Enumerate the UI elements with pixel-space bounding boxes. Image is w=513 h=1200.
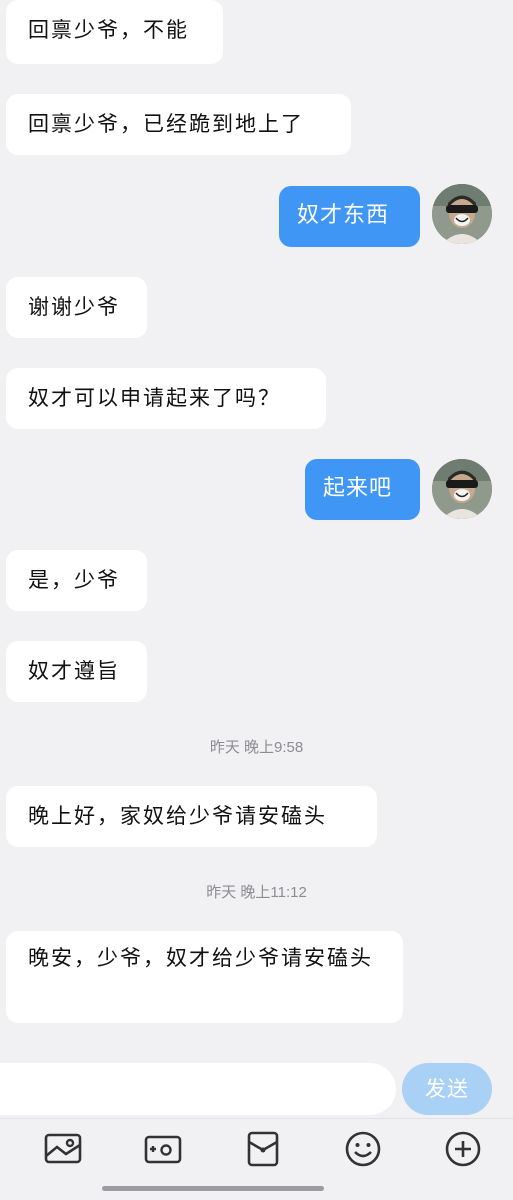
- message-bubble-incoming[interactable]: 晚上好，家奴给少爷请安磕头: [6, 786, 377, 847]
- avatar-image: [432, 184, 492, 244]
- chat-area[interactable]: 回禀少爷，不能 回禀少爷，已经跪到地上了 奴才东西 谢谢少爷 奴才可以申请起来了…: [0, 0, 513, 1052]
- message-bubble-incoming[interactable]: 奴才可以申请起来了吗？: [6, 368, 326, 429]
- timestamp: 昨天 晚上11:12: [206, 884, 307, 901]
- timestamp: 昨天 晚上9:58: [209, 739, 304, 756]
- message-bubble-outgoing[interactable]: 奴才东西: [279, 186, 420, 247]
- image-icon[interactable]: [43, 1129, 83, 1169]
- message-input[interactable]: [0, 1063, 396, 1115]
- avatar-image: [432, 459, 492, 519]
- camera-icon[interactable]: [143, 1129, 183, 1169]
- send-button[interactable]: 发送: [402, 1063, 492, 1115]
- red-packet-icon[interactable]: [243, 1129, 283, 1169]
- emoji-icon[interactable]: [343, 1129, 383, 1169]
- message-bubble-incoming[interactable]: 是，少爷: [6, 550, 147, 611]
- message-bubble-incoming[interactable]: 谢谢少爷: [6, 277, 147, 338]
- message-bubble-incoming[interactable]: 回禀少爷，不能: [6, 0, 223, 64]
- user-avatar[interactable]: [432, 184, 492, 244]
- home-indicator[interactable]: [102, 1186, 324, 1191]
- message-bubble-outgoing[interactable]: 起来吧: [305, 459, 420, 520]
- user-avatar[interactable]: [432, 459, 492, 519]
- message-bubble-incoming[interactable]: 晚安，少爷，奴才给少爷请安磕头: [6, 931, 403, 1023]
- message-bubble-incoming[interactable]: 回禀少爷，已经跪到地上了: [6, 94, 351, 155]
- plus-icon[interactable]: [443, 1129, 483, 1169]
- input-bar: 发送: [0, 1052, 513, 1118]
- message-bubble-incoming[interactable]: 奴才遵旨: [6, 641, 147, 702]
